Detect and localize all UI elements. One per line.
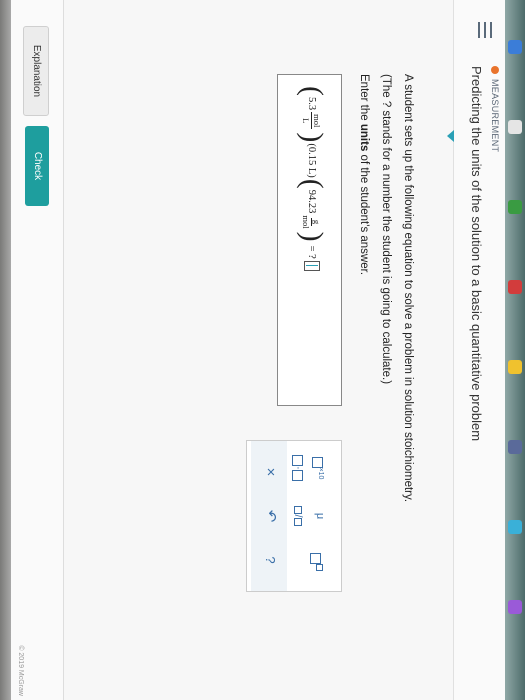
topic-text: MEASUREMENT [490, 79, 500, 153]
dock-app-icon[interactable] [508, 520, 522, 534]
menu-icon[interactable] [478, 22, 492, 38]
dock-app-icon[interactable] [508, 440, 522, 454]
dock [505, 0, 525, 700]
check-button[interactable]: Check [25, 126, 49, 206]
answer-box[interactable]: ( 5.3 mol L ) (0.15 L) ( 94.23 g mol ) =… [277, 74, 342, 406]
dock-app-icon[interactable] [508, 40, 522, 54]
dock-app-icon[interactable] [508, 200, 522, 214]
app-window: MEASUREMENT Predicting the units of the … [11, 0, 512, 700]
question-text: A student sets up the following equation… [402, 74, 414, 503]
multiply-dot-button[interactable]: · [285, 449, 311, 487]
dock-app-icon[interactable] [508, 360, 522, 374]
explanation-button[interactable]: Explanation [23, 26, 49, 116]
help-button[interactable]: ? [257, 541, 283, 579]
footer-bar: Explanation Check © 2019 McGraw [11, 0, 64, 700]
dock-app-icon[interactable] [508, 600, 522, 614]
term3-fraction: g mol [301, 215, 323, 229]
dock-app-icon[interactable] [508, 280, 522, 294]
result: = ? [306, 245, 318, 259]
question-instruction: Enter the units of the student's answer. [358, 74, 370, 276]
page-title: Predicting the units of the solution to … [469, 66, 484, 442]
photo-frame: MEASUREMENT Predicting the units of the … [0, 0, 525, 700]
equation: ( 5.3 mol L ) (0.15 L) ( 94.23 g mol ) =… [296, 85, 329, 271]
term2: (0.15 L) [306, 143, 318, 178]
term3-value: 94.23 [306, 189, 318, 214]
answer-input[interactable] [304, 260, 320, 271]
clear-button[interactable]: × [257, 453, 283, 491]
topic-label: MEASUREMENT [490, 66, 500, 152]
question-note: (The ? stands for a number the student i… [380, 74, 392, 385]
dock-app-icon[interactable] [508, 120, 522, 134]
fraction-button[interactable]: / [285, 497, 311, 535]
math-palette: ×10 μ · / × ↶ ? [246, 440, 342, 592]
undo-button[interactable]: ↶ [257, 497, 283, 535]
header-bar: MEASUREMENT Predicting the units of the … [453, 0, 512, 700]
superscript-button[interactable] [307, 543, 333, 581]
term1-fraction: mol L [301, 112, 323, 130]
chevron-down-icon[interactable] [447, 130, 454, 142]
copyright-text: © 2019 McGraw [17, 645, 24, 696]
topic-dot-icon [491, 66, 499, 74]
term1-value: 5.3 [306, 97, 318, 111]
